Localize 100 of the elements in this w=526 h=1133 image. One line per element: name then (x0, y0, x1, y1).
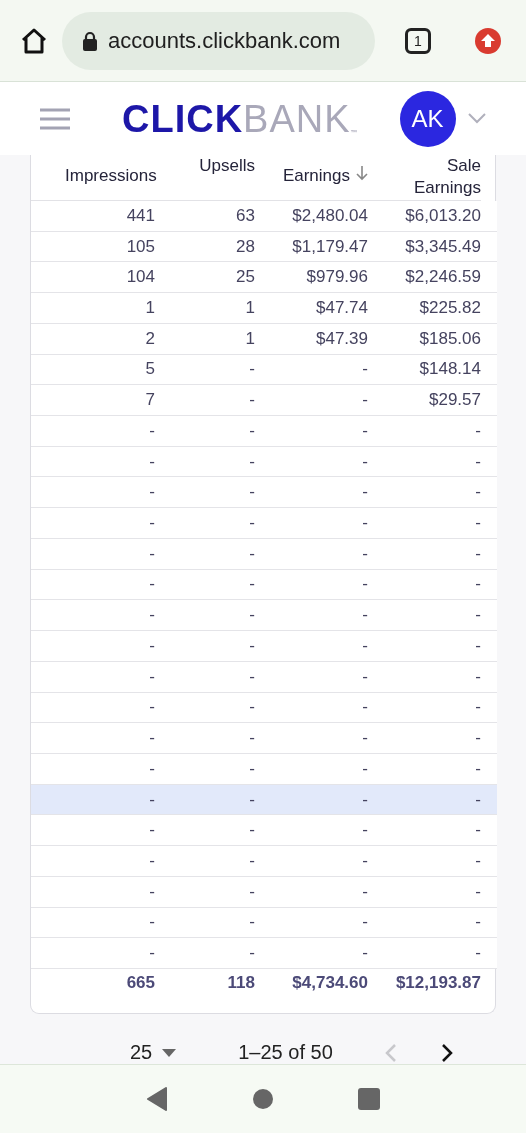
table-cell: - (362, 943, 368, 964)
column-header[interactable]: Impressions (65, 165, 155, 187)
table-cell: - (362, 359, 368, 380)
table-cell: - (362, 697, 368, 718)
table-cell: - (249, 820, 255, 841)
table-cell: - (149, 451, 155, 472)
table-cell: - (249, 789, 255, 810)
table-cell: - (249, 605, 255, 626)
table-cell: 5 (145, 359, 155, 380)
table-cell: 441 (126, 205, 155, 226)
sort-down-icon[interactable] (356, 165, 368, 181)
table-cell: - (149, 605, 155, 626)
next-page-button[interactable] (440, 1042, 453, 1063)
table-cell: - (475, 635, 481, 656)
table-cell: - (475, 820, 481, 841)
table-cell: - (362, 451, 368, 472)
table-cell: $148.14 (419, 359, 481, 380)
table-cell: - (249, 850, 255, 871)
recents-icon[interactable] (358, 1088, 380, 1111)
table-cell: - (362, 543, 368, 564)
table-cell: $47.39 (316, 328, 368, 349)
table-cell: - (249, 635, 255, 656)
table-cell: - (362, 758, 368, 779)
table-cell: 7 (145, 390, 155, 411)
total-value: $12,193.87 (395, 972, 481, 994)
table-cell: $225.82 (419, 298, 481, 318)
table-cell: - (475, 420, 481, 441)
table-cell: 104 (126, 267, 155, 288)
page-size-dropdown[interactable]: 25 (130, 1041, 177, 1065)
table-cell: - (362, 820, 368, 841)
table-cell: - (149, 697, 155, 718)
table-cell: - (475, 789, 481, 810)
table-cell: - (475, 574, 481, 595)
table-cell: - (249, 543, 255, 564)
table-cell: - (249, 943, 255, 964)
table-cell: - (249, 728, 255, 749)
table-cell: - (475, 605, 481, 626)
table-cell: - (249, 574, 255, 595)
table-cell: $2,480.04 (292, 205, 368, 226)
table-cell: - (149, 635, 155, 656)
column-header[interactable]: Sale Earnings (391, 155, 481, 199)
table-cell: - (362, 605, 368, 626)
table-cell: - (475, 943, 481, 964)
table-cell: - (149, 881, 155, 902)
table-cell: - (362, 420, 368, 441)
table-cell: 1 (245, 298, 255, 318)
table-cell: 28 (236, 236, 255, 257)
address-bar[interactable]: accounts.clickbank.com (62, 11, 375, 70)
table-cell: - (249, 513, 255, 534)
table-cell: - (362, 850, 368, 871)
home-circle-icon[interactable] (252, 1088, 274, 1111)
table-cell: $29.57 (429, 390, 481, 411)
table-cell: - (362, 881, 368, 902)
table-cell: - (249, 881, 255, 902)
table-cell: - (249, 451, 255, 472)
table-cell: - (475, 697, 481, 718)
table-cell: - (475, 912, 481, 933)
table-cell: - (149, 789, 155, 810)
table-cell: - (362, 912, 368, 933)
back-icon[interactable] (146, 1087, 168, 1112)
table-cell: 1 (245, 328, 255, 349)
table-cell: $2,246.59 (405, 267, 481, 288)
total-value: 118 (227, 972, 255, 994)
column-header[interactable]: Earnings (282, 165, 350, 187)
upload-icon[interactable] (475, 27, 501, 54)
table-cell: $185.06 (419, 328, 481, 349)
table-cell: - (475, 850, 481, 871)
table-cell: - (249, 758, 255, 779)
table-cell: - (362, 635, 368, 656)
home-icon[interactable] (20, 27, 48, 54)
table-cell: $979.96 (306, 267, 368, 288)
table-cell: - (475, 666, 481, 687)
table-cell: 2 (145, 328, 155, 349)
table-cell: - (249, 912, 255, 933)
table-cell: $47.74 (316, 298, 368, 318)
table-cell: - (475, 728, 481, 749)
table-cell: $1,179.47 (292, 236, 368, 257)
table-cell: - (149, 513, 155, 534)
table-cell: - (362, 574, 368, 595)
tab-count-button[interactable]: 1 (405, 27, 431, 54)
total-value: 665 (126, 972, 155, 994)
lock-icon (82, 30, 98, 51)
page-range: 1–25 of 50 (238, 1041, 333, 1065)
table-cell: - (362, 728, 368, 749)
table-cell: - (475, 451, 481, 472)
table-cell: $3,345.49 (405, 236, 481, 257)
table-cell: - (475, 881, 481, 902)
table-cell: - (362, 666, 368, 687)
avatar[interactable]: AK (399, 90, 456, 147)
table-cell: - (362, 482, 368, 503)
table-cell: 63 (236, 205, 255, 226)
table-cell: - (149, 912, 155, 933)
table-cell: - (475, 758, 481, 779)
table-cell: - (149, 666, 155, 687)
table-cell: - (362, 513, 368, 534)
table-cell: - (362, 789, 368, 810)
table-cell: - (249, 482, 255, 503)
table-cell: - (475, 482, 481, 503)
column-header[interactable]: Upsells (199, 155, 255, 177)
table-cell: - (249, 390, 255, 411)
